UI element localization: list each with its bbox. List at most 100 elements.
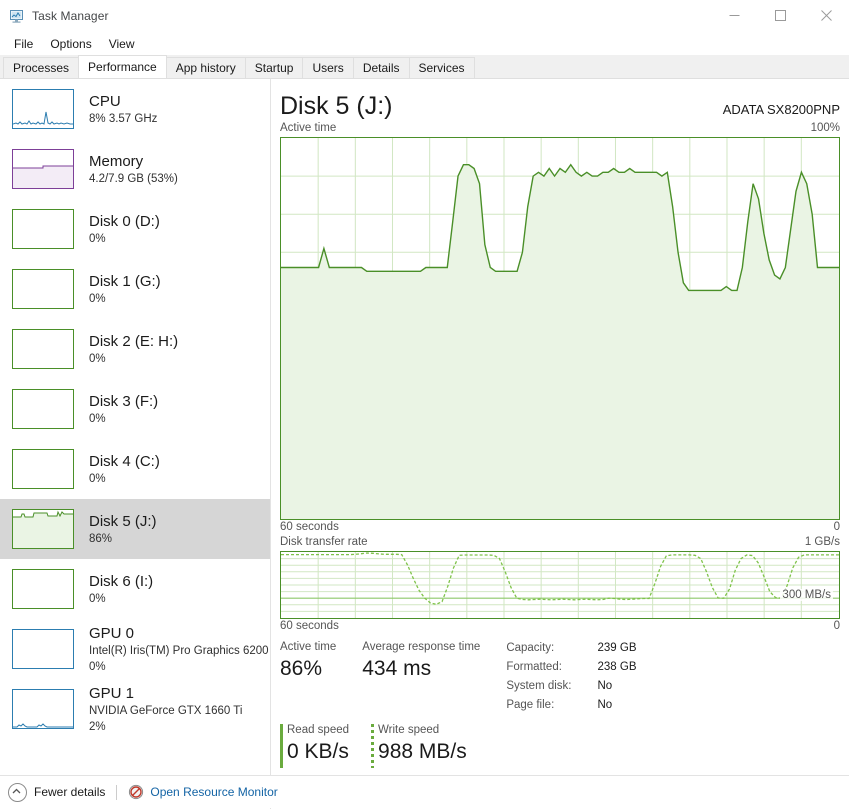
info-row: Page file: No [506, 696, 636, 715]
stat-value: 988 MB/s [378, 740, 467, 763]
sidebar-item-label: Disk 6 (I:) [89, 572, 154, 590]
tab-performance[interactable]: Performance [78, 55, 167, 78]
sidebar-item-label: Disk 4 (C:) [89, 452, 160, 470]
active-time-graph[interactable] [280, 137, 840, 520]
disk-thumbnail-graph [12, 509, 74, 549]
chevron-up-circle-icon [8, 782, 27, 802]
info-value: No [597, 699, 613, 711]
window-title: Task Manager [32, 8, 109, 23]
sidebar-item-label: Disk 2 (E: H:) [89, 332, 179, 350]
info-value: 239 GB [597, 642, 637, 654]
sidebar-item-sub: 86% [89, 532, 113, 545]
info-value: No [597, 680, 613, 692]
tab-startup[interactable]: Startup [244, 57, 304, 78]
sidebar-item-label: Disk 0 (D:) [89, 212, 160, 230]
menu-item-view[interactable]: View [101, 34, 144, 54]
sidebar-item-disk-2[interactable]: Disk 2 (E: H:) 0% [0, 319, 270, 379]
tab-strip: Processes Performance App history Startu… [0, 55, 849, 79]
sidebar-item-sub: 0% [89, 232, 106, 245]
sidebar-item-disk-1[interactable]: Disk 1 (G:) 0% [0, 259, 270, 319]
sidebar-item-gpu-0[interactable]: GPU 0 Intel(R) Iris(TM) Pro Graphics 620… [0, 619, 270, 679]
transfer-rate-graph-title: Disk transfer rate [280, 536, 368, 548]
task-manager-icon [9, 8, 25, 24]
info-label: Capacity: [506, 642, 555, 654]
info-row: System disk: No [506, 677, 636, 696]
sidebar-item-label: Disk 1 (G:) [89, 272, 161, 290]
panel-header: Disk 5 (J:) ADATA SX8200PNP [271, 79, 849, 121]
tab-app-history[interactable]: App history [165, 57, 246, 78]
disk-info-table: Capacity: 239 GB Formatted: 238 GB Syste… [506, 639, 636, 715]
stats-row: Active time 86% Average response time 43… [271, 634, 849, 715]
sidebar-item-gpu-1[interactable]: GPU 1 NVIDIA GeForce GTX 1660 Ti 2% [0, 679, 270, 739]
sidebar-item-disk-5[interactable]: Disk 5 (J:) 86% [0, 499, 270, 559]
open-resource-monitor-label: Open Resource Monitor [150, 785, 278, 799]
sidebar-item-disk-4[interactable]: Disk 4 (C:) 0% [0, 439, 270, 499]
active-time-x-right: 0 [833, 521, 840, 533]
transfer-rate-marker-label: 300 MB/s [780, 589, 833, 601]
sidebar-item-memory[interactable]: Memory 4.2/7.9 GB (53%) [0, 139, 270, 199]
tab-processes[interactable]: Processes [3, 57, 80, 78]
close-icon[interactable] [803, 0, 849, 31]
sidebar-item-label: Disk 3 (F:) [89, 392, 159, 410]
tab-users[interactable]: Users [302, 57, 354, 78]
transfer-rate-x-right: 0 [833, 620, 840, 632]
stat-label: Read speed [287, 724, 350, 736]
sidebar-item-disk-6[interactable]: Disk 6 (I:) 0% [0, 559, 270, 619]
sidebar-item-disk-3[interactable]: Disk 3 (F:) 0% [0, 379, 270, 439]
info-row: Capacity: 239 GB [506, 639, 636, 658]
sidebar-item-sub: 0% [89, 592, 106, 605]
maximize-icon[interactable] [757, 0, 803, 31]
transfer-rate-graph-labels: Disk transfer rate 1 GB/s [271, 535, 849, 550]
sidebar-item-sub: 0% [89, 412, 106, 425]
speed-row: Read speed 0 KB/s Write speed 988 MB/s [271, 715, 849, 768]
transfer-rate-graph[interactable]: 300 MB/s [280, 551, 840, 619]
stat-label: Active time [280, 641, 337, 653]
sidebar-item-sub: 0% [89, 352, 106, 365]
info-label: System disk: [506, 680, 572, 692]
resource-monitor-icon [128, 784, 144, 800]
window-controls [711, 0, 849, 31]
active-time-graph-title: Active time [280, 122, 337, 134]
sidebar-item-disk-0[interactable]: Disk 0 (D:) 0% [0, 199, 270, 259]
active-time-graph-max: 100% [810, 122, 840, 134]
minimize-icon[interactable] [711, 0, 757, 31]
active-time-axis-labels: 60 seconds 0 [271, 520, 849, 535]
tab-details[interactable]: Details [352, 57, 410, 78]
stat-value: 86% [280, 657, 323, 680]
sidebar-item-sub: 0% [89, 472, 106, 485]
open-resource-monitor-link[interactable]: Open Resource Monitor [128, 784, 278, 800]
disk-thumbnail-graph [12, 329, 74, 369]
stat-average-response-time: Average response time 434 ms [362, 639, 480, 715]
stat-value: 0 KB/s [287, 740, 349, 763]
gpu-thumbnail-graph [12, 689, 74, 729]
title-bar: Task Manager [0, 0, 849, 32]
info-row: Formatted: 238 GB [506, 658, 636, 677]
sidebar-item-label: CPU [89, 92, 121, 110]
sidebar-item-cpu[interactable]: CPU 8% 3.57 GHz [0, 79, 270, 139]
menu-item-file[interactable]: File [6, 34, 42, 54]
stat-read-speed: Read speed 0 KB/s [280, 722, 350, 768]
disk-thumbnail-graph [12, 209, 74, 249]
sidebar-item-label: Memory [89, 152, 144, 170]
sidebar-item-sub: 8% 3.57 GHz [89, 112, 158, 125]
sidebar-item-label: Disk 5 (J:) [89, 512, 157, 530]
disk-thumbnail-graph [12, 449, 74, 489]
resource-sidebar: CPU 8% 3.57 GHz Memory 4.2/7.9 GB (53%) … [0, 79, 271, 809]
tab-services[interactable]: Services [408, 57, 475, 78]
footer-divider [116, 784, 118, 800]
fewer-details-button[interactable]: Fewer details [8, 782, 106, 802]
disk-thumbnail-graph [12, 569, 74, 609]
stat-active-time: Active time 86% [280, 639, 336, 715]
cpu-thumbnail-graph [12, 89, 74, 129]
performance-detail-panel: Disk 5 (J:) ADATA SX8200PNP Active time … [271, 79, 849, 809]
content-area: CPU 8% 3.57 GHz Memory 4.2/7.9 GB (53%) … [0, 79, 849, 809]
fewer-details-label: Fewer details [34, 785, 106, 799]
menu-item-options[interactable]: Options [42, 34, 100, 54]
sidebar-item-label: GPU 1 [89, 684, 135, 702]
transfer-rate-x-label: 60 seconds [280, 620, 339, 632]
transfer-rate-axis-labels: 60 seconds 0 [271, 619, 849, 634]
sidebar-item-sub: 4.2/7.9 GB (53%) [89, 172, 178, 185]
info-label: Formatted: [506, 661, 562, 673]
sidebar-item-sub: NVIDIA GeForce GTX 1660 Ti [89, 704, 243, 717]
sidebar-item-label: GPU 0 [89, 624, 135, 642]
